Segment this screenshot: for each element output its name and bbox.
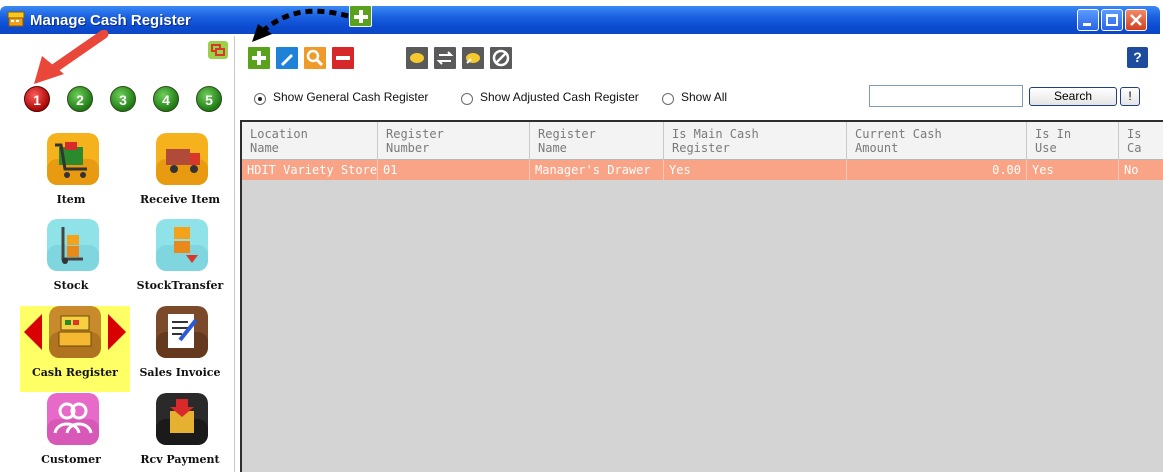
window-title: Manage Cash Register — [30, 12, 191, 29]
grid-header: Location Name Register Number Register Name… — [242, 122, 1163, 160]
radio-show-all-label: Show All — [681, 90, 728, 104]
delete-icon — [336, 56, 350, 60]
cell-is-in-use: Yes — [1027, 160, 1119, 180]
module-stocktransfer-label: StockTransfer — [136, 279, 224, 292]
cell-current-cash-amount: 0.00 — [847, 160, 1027, 180]
hand-truck-icon — [47, 219, 99, 271]
cell-is-ca: No — [1124, 163, 1139, 177]
edit-button[interactable] — [275, 46, 299, 70]
cash-out-button[interactable] — [461, 46, 485, 70]
shopping-cart-icon — [47, 133, 99, 185]
module-receive-item-label: Receive Item — [139, 193, 221, 206]
page-5-button[interactable]: 5 — [196, 86, 222, 112]
title-bar[interactable]: Manage Cash Register — [0, 0, 1163, 36]
arrow-right-icon — [108, 314, 126, 350]
maximize-button[interactable] — [1101, 9, 1123, 31]
search-input[interactable] — [869, 85, 1023, 107]
cell-register-number: 01 — [378, 160, 530, 180]
cash-register-icon — [49, 306, 101, 358]
module-stock[interactable]: Stock — [21, 219, 121, 305]
cash-register-grid: Location Name Register Number Register Name… — [240, 120, 1163, 472]
module-rcv-payment[interactable]: Rcv Payment — [130, 393, 230, 472]
add-button[interactable] — [247, 46, 271, 70]
cash-out-icon — [466, 53, 480, 64]
truck-icon — [156, 133, 208, 185]
adjust-cash-button[interactable] — [405, 46, 429, 70]
module-stocktransfer[interactable]: StockTransfer — [130, 219, 230, 305]
column-header-is-ca[interactable]: Is Ca — [1119, 122, 1163, 160]
column-header-location-name[interactable]: Location Name — [242, 122, 378, 160]
module-rcv-payment-label: Rcv Payment — [140, 453, 220, 466]
module-item[interactable]: Item — [21, 133, 121, 219]
minimize-button[interactable] — [1077, 9, 1099, 31]
edit-icon — [281, 54, 293, 66]
radio-show-all[interactable] — [662, 93, 674, 105]
delete-button[interactable] — [331, 46, 355, 70]
page-4-button[interactable]: 4 — [153, 86, 179, 112]
find-button[interactable] — [303, 46, 327, 70]
module-sales-invoice-label: Sales Invoice — [139, 366, 221, 379]
void-button[interactable] — [489, 46, 513, 70]
search-button[interactable]: Search — [1029, 87, 1117, 106]
module-customer[interactable]: Customer — [21, 393, 121, 472]
minimize-icon — [1083, 23, 1091, 26]
annotation-arrow-icon — [34, 30, 109, 84]
module-stock-label: Stock — [53, 279, 89, 292]
cell-register-name: Manager's Drawer — [530, 160, 664, 180]
add-icon — [252, 51, 266, 65]
cell-is-main-cash-register: Yes — [664, 160, 847, 180]
close-button[interactable] — [1125, 9, 1147, 31]
radio-general-cash-register[interactable] — [254, 93, 266, 105]
table-row[interactable]: HDIT Variety Store 01 Manager's Drawer Y… — [242, 160, 1163, 180]
radio-general-label: Show General Cash Register — [273, 90, 429, 104]
invoice-icon — [156, 306, 208, 358]
module-sales-invoice[interactable]: Sales Invoice — [130, 306, 230, 392]
help-button[interactable]: ? — [1127, 47, 1148, 68]
transfer-icon — [436, 51, 454, 65]
module-customer-label: Customer — [41, 453, 101, 466]
module-cash-register[interactable]: Cash Register — [20, 306, 130, 392]
search-icon — [306, 49, 324, 67]
application-window: Manage Cash Register 1 2 3 4 5 Item Rece… — [0, 0, 1163, 472]
module-item-label: Item — [56, 193, 86, 206]
clear-filter-button[interactable]: ! — [1120, 87, 1140, 106]
close-icon — [1130, 14, 1142, 26]
transfer-button[interactable] — [433, 46, 457, 70]
radio-adjusted-cash-register[interactable] — [461, 93, 473, 105]
payment-icon — [156, 393, 208, 445]
customers-icon — [47, 393, 99, 445]
window-toggle-icon[interactable] — [208, 41, 228, 59]
annotation-add-icon — [349, 5, 372, 27]
maximize-icon — [1106, 14, 1118, 26]
radio-adjusted-label: Show Adjusted Cash Register — [480, 90, 639, 104]
column-header-current-cash-amount[interactable]: Current Cash Amount — [847, 122, 1027, 160]
column-header-is-in-use[interactable]: Is In Use — [1027, 122, 1119, 160]
module-cash-register-label: Cash Register — [32, 366, 118, 379]
arrow-left-icon — [24, 314, 42, 350]
adjust-cash-icon — [410, 53, 424, 63]
column-header-is-main-cash-register[interactable]: Is Main Cash Register — [664, 122, 847, 160]
box-transfer-icon — [156, 219, 208, 271]
cash-register-title-icon — [7, 11, 25, 27]
module-receive-item[interactable]: Receive Item — [130, 133, 230, 219]
void-icon — [492, 49, 510, 67]
column-header-register-number[interactable]: Register Number — [378, 122, 530, 160]
page-3-button[interactable]: 3 — [110, 86, 136, 112]
column-header-register-name[interactable]: Register Name — [530, 122, 664, 160]
annotation-dotted-arrow-icon — [252, 8, 349, 42]
cell-location-name: HDIT Variety Store — [242, 160, 378, 180]
